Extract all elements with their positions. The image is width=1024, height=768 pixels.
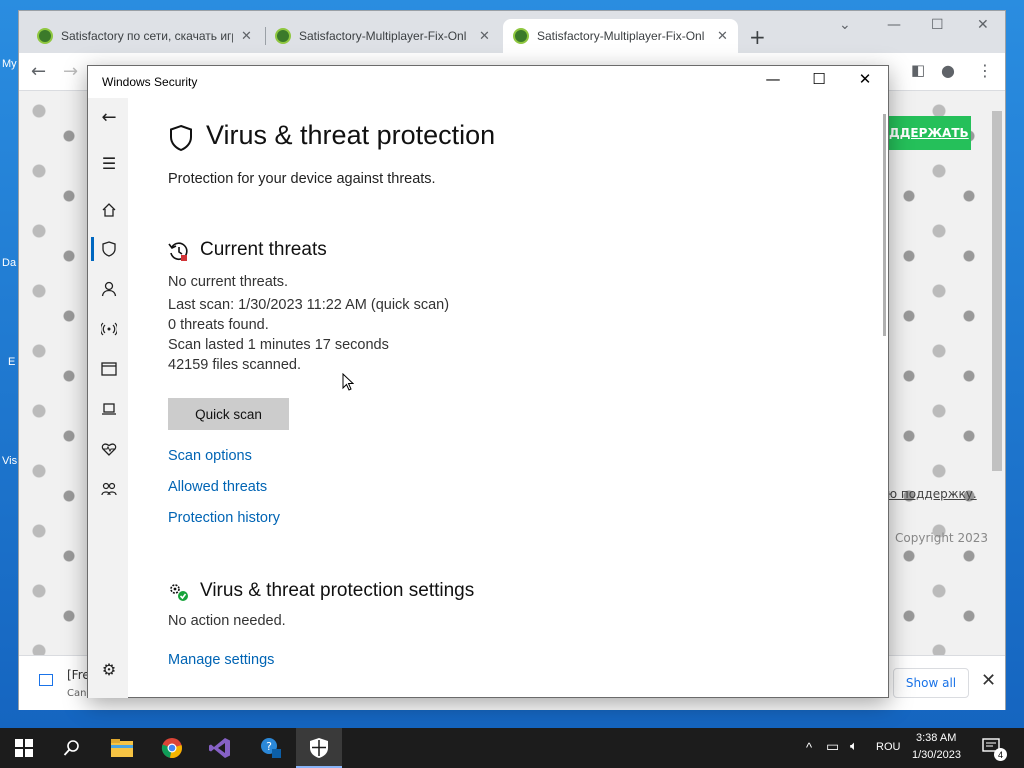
page-subtitle: Protection for your device against threa…: [168, 171, 436, 187]
maximize-icon[interactable]: ☐: [931, 17, 944, 33]
svg-text:?: ?: [266, 740, 272, 753]
scan-options-link[interactable]: Scan options: [168, 448, 252, 464]
browser-tab[interactable]: Satisfactory по сети, скачать игр ✕: [27, 19, 262, 53]
protection-history-link[interactable]: Protection history: [168, 510, 280, 526]
page-scrollbar[interactable]: [989, 91, 1005, 655]
current-threats-icon: [168, 241, 190, 266]
scan-duration-text: Scan lasted 1 minutes 17 seconds: [168, 337, 389, 353]
browser-tab[interactable]: Satisfactory-Multiplayer-Fix-Onl ✕: [265, 19, 500, 53]
windows-security-window: Windows Security — ☐ ✕ ← ☰ ⚙ Virus & thr…: [87, 65, 889, 698]
device-security-icon[interactable]: [98, 398, 120, 420]
search-icon[interactable]: [60, 736, 84, 760]
new-tab-icon[interactable]: +: [749, 25, 766, 49]
page-title: Virus & threat protection: [206, 120, 496, 150]
copyright-text: Copyright 2023: [895, 531, 988, 545]
current-threats-heading: Current threats: [200, 239, 327, 260]
tray-overflow-icon[interactable]: ^: [806, 740, 812, 755]
window-title: Windows Security: [102, 75, 198, 89]
shield-icon: [168, 124, 194, 155]
threats-found-text: 0 threats found.: [168, 317, 269, 333]
tab-title: Satisfactory-Multiplayer-Fix-Onl: [537, 29, 705, 43]
profile-icon[interactable]: ●: [941, 61, 955, 80]
tab-title: Satisfactory-Multiplayer-Fix-Onl: [299, 29, 467, 43]
home-icon[interactable]: [98, 199, 120, 221]
window-scrollbar[interactable]: [883, 114, 886, 336]
tab-title: Satisfactory по сети, скачать игр: [61, 29, 233, 43]
menu-icon[interactable]: ☰: [98, 152, 120, 174]
forward-icon[interactable]: →: [63, 61, 78, 82]
support-link[interactable]: ю поддержку.: [887, 487, 977, 501]
manage-settings-link[interactable]: Manage settings: [168, 652, 274, 668]
minimize-icon[interactable]: —: [750, 70, 796, 88]
shield-icon[interactable]: [98, 238, 120, 260]
favicon-icon: [37, 28, 53, 44]
allowed-threats-link[interactable]: Allowed threats: [168, 479, 267, 495]
chrome-icon[interactable]: [160, 736, 184, 760]
favicon-icon: [275, 28, 291, 44]
close-tab-icon[interactable]: ✕: [717, 28, 728, 44]
nav-selection-indicator: [91, 237, 94, 261]
file-explorer-icon[interactable]: [110, 736, 134, 760]
taskbar: ? ^ ▭ 🔈︎ ROU 3:38 AM 1/30/2023 4: [0, 728, 1024, 768]
back-icon[interactable]: ←: [98, 106, 120, 128]
tab-search-icon[interactable]: ⌄: [839, 17, 851, 33]
visual-studio-icon[interactable]: [208, 736, 232, 760]
close-download-bar-icon[interactable]: ✕: [981, 670, 996, 691]
clock-time[interactable]: 3:38 AM: [916, 732, 956, 744]
last-scan-text: Last scan: 1/30/2023 11:22 AM (quick sca…: [168, 297, 450, 313]
main-content: Virus & threat protection Protection for…: [168, 98, 868, 698]
close-tab-icon[interactable]: ✕: [479, 28, 490, 44]
tab-strip: Satisfactory по сети, скачать игр ✕ Sati…: [19, 11, 1005, 53]
title-bar: Windows Security — ☐ ✕: [88, 66, 888, 98]
show-all-button[interactable]: Show all: [893, 668, 969, 698]
language-indicator[interactable]: ROU: [876, 741, 900, 753]
help-icon[interactable]: ?: [258, 736, 282, 760]
browser-tab-active[interactable]: Satisfactory-Multiplayer-Fix-Onl ✕: [503, 19, 738, 53]
scrollbar-thumb[interactable]: [992, 111, 1002, 471]
favicon-icon: [513, 28, 529, 44]
threat-status: No current threats.: [168, 274, 289, 290]
settings-icon[interactable]: ⚙: [98, 658, 120, 680]
health-icon[interactable]: [98, 438, 120, 460]
firewall-icon[interactable]: [98, 318, 120, 340]
desktop-icon-label[interactable]: Da: [2, 257, 16, 269]
desktop-icon-label[interactable]: My: [2, 58, 17, 70]
nav-sidebar: ← ☰ ⚙: [88, 98, 128, 698]
settings-gear-icon: [168, 582, 190, 607]
volume-icon[interactable]: 🔈︎: [850, 738, 858, 754]
close-icon[interactable]: ✕: [842, 70, 888, 88]
network-icon[interactable]: ▭: [826, 738, 839, 755]
windows-security-icon[interactable]: [307, 736, 331, 760]
app-browser-icon[interactable]: [98, 358, 120, 380]
settings-status: No action needed.: [168, 613, 286, 629]
sidepanel-icon[interactable]: ◧: [911, 61, 925, 79]
start-icon[interactable]: [12, 736, 36, 760]
file-icon: [39, 674, 53, 686]
files-scanned-text: 42159 files scanned.: [168, 357, 302, 373]
desktop-icon-label[interactable]: Vis: [2, 455, 17, 467]
support-button[interactable]: ДДЕРЖАТЬ: [885, 116, 971, 150]
notification-count-badge: 4: [994, 748, 1007, 761]
close-icon[interactable]: ✕: [977, 17, 989, 33]
clock-date[interactable]: 1/30/2023: [912, 749, 961, 761]
quick-scan-button[interactable]: Quick scan: [168, 398, 289, 430]
desktop-icon-label[interactable]: E: [8, 356, 15, 368]
family-icon[interactable]: [98, 478, 120, 500]
back-icon[interactable]: ←: [31, 61, 46, 82]
settings-heading: Virus & threat protection settings: [200, 580, 475, 601]
maximize-icon[interactable]: ☐: [796, 70, 842, 88]
mouse-cursor-icon: [342, 372, 355, 394]
more-menu-icon[interactable]: ⋮: [977, 61, 993, 80]
close-tab-icon[interactable]: ✕: [241, 28, 252, 44]
account-icon[interactable]: [98, 278, 120, 300]
minimize-icon[interactable]: —: [887, 17, 901, 33]
